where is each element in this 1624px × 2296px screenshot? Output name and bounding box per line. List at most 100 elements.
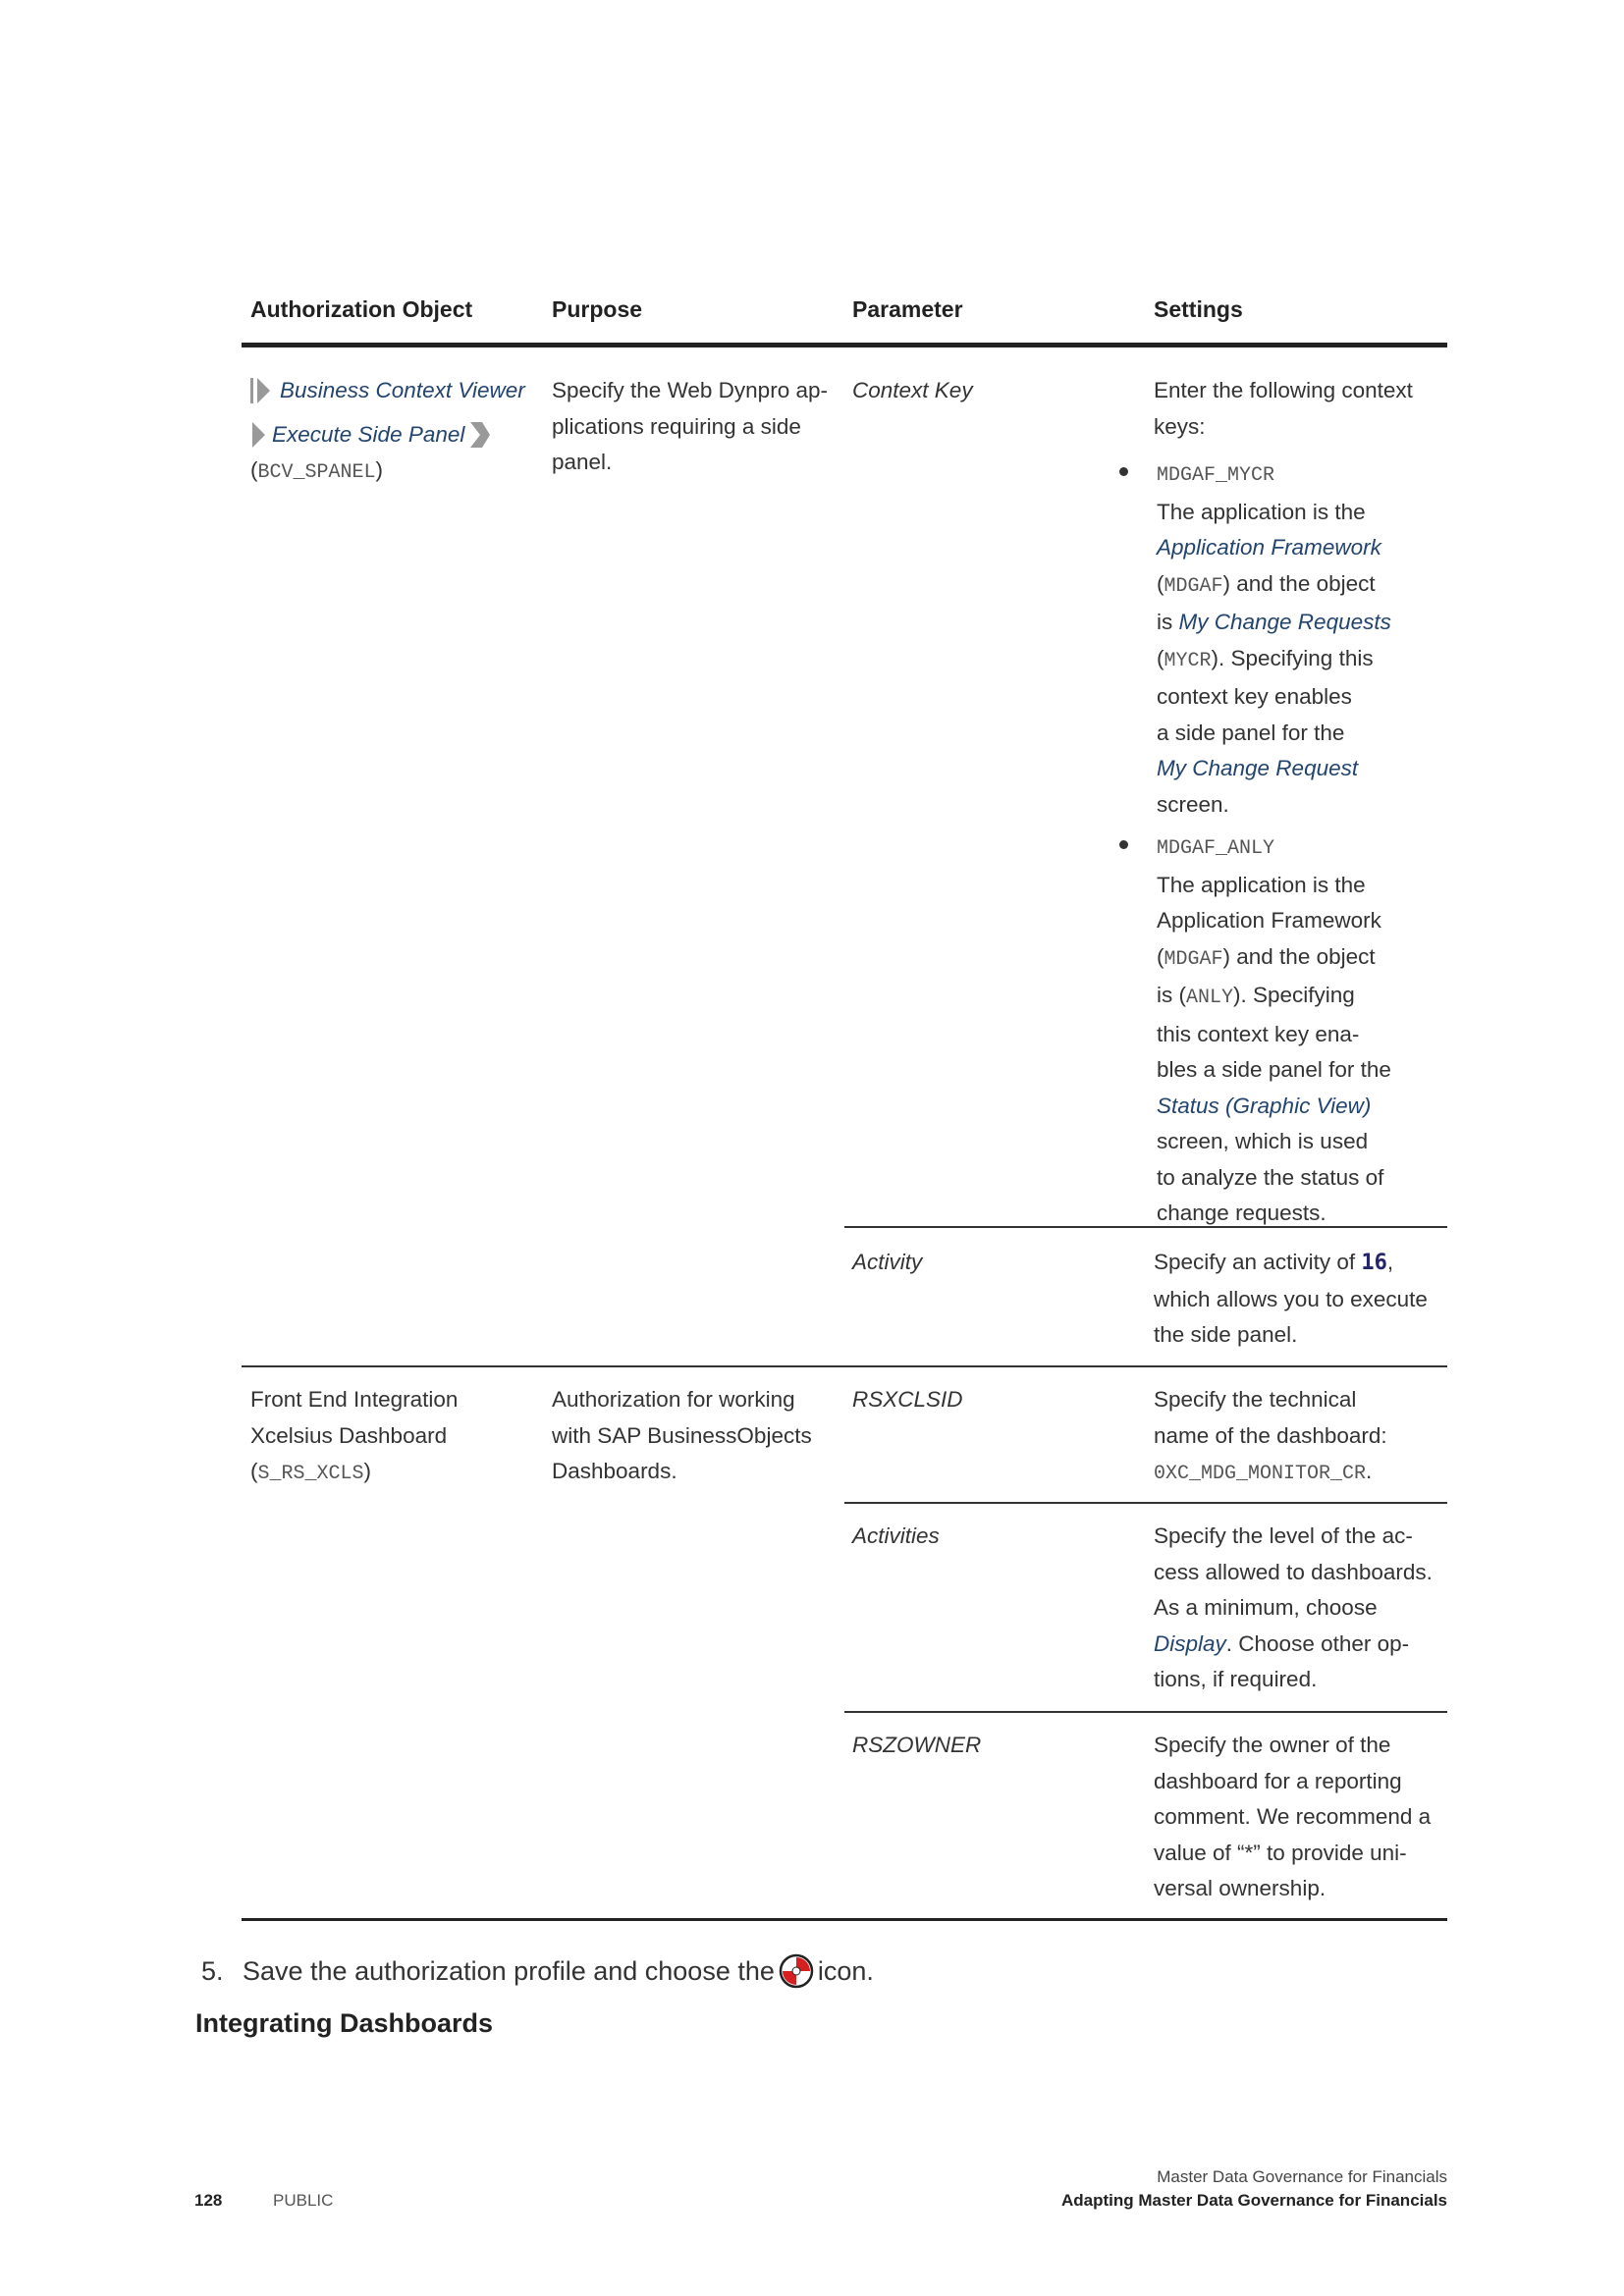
page-number: 128 <box>194 2191 223 2210</box>
settings-rsxclsid: Specify the technical name of the dashbo… <box>1154 1382 1448 1493</box>
bullet-text: The application is the <box>1157 872 1366 897</box>
settings-activities: Specify the level of the ac- cess allowe… <box>1154 1519 1448 1698</box>
settings-line: versal ownership. <box>1154 1876 1326 1900</box>
settings-line: cess allowed to dashboards. <box>1154 1559 1433 1584</box>
step-text: Save the authorization profile and choos… <box>243 1955 775 1986</box>
settings-line: keys: <box>1154 413 1206 439</box>
settings-line: comment. We recommend a <box>1154 1804 1432 1829</box>
settings-line: tions, if required. <box>1154 1667 1318 1691</box>
bullet-text: is <box>1157 610 1179 634</box>
execute-side-panel-link[interactable]: Execute Side Panel <box>272 417 464 454</box>
bullet-text: ) and the object <box>1222 570 1376 596</box>
menu-path-end-icon <box>470 421 491 448</box>
purpose-line: Dashboards. <box>552 1459 677 1483</box>
code: MYCR <box>1164 649 1212 672</box>
code: ANLY <box>1186 987 1234 1009</box>
menu-path-start-icon <box>250 378 270 404</box>
row-divider <box>844 1711 1447 1713</box>
auth-object-bcv: Business Context Viewer Execute Side Pan… <box>250 373 535 492</box>
table-bottom-rule <box>242 1918 1447 1921</box>
settings-line: which allows you to execute <box>1154 1286 1428 1311</box>
my-change-requests-link[interactable]: My Change Requests <box>1179 610 1391 634</box>
param-rszowner[interactable]: RSZOWNER <box>852 1728 981 1764</box>
bullet-text: Application Framework <box>1157 908 1381 933</box>
settings-line: value of “*” to provide uni- <box>1154 1840 1407 1865</box>
bullet-text: The application is the <box>1157 499 1366 524</box>
bullet-dot <box>1119 467 1128 476</box>
activity-value: 16 <box>1361 1251 1387 1275</box>
auth-object-line: Front End Integration <box>250 1387 459 1412</box>
chapter-title: Adapting Master Data Governance for Fina… <box>1061 2191 1447 2210</box>
bullet-text: ). Specifying <box>1233 983 1355 1007</box>
settings-text: . Choose other op- <box>1225 1630 1410 1656</box>
settings-line: As a minimum, choose <box>1154 1595 1378 1620</box>
save-profile-icon <box>779 1953 814 1989</box>
auth-object-line: Xcelsius Dashboard <box>250 1422 448 1448</box>
classification: PUBLIC <box>273 2191 334 2210</box>
auth-object-code: BCV_SPANEL <box>257 461 376 484</box>
step-text: icon. <box>817 1955 874 1986</box>
row-divider <box>242 1365 1447 1367</box>
bullet-text: to analyze the status of <box>1157 1164 1384 1190</box>
bullet-text: ). Specifying this <box>1211 645 1374 670</box>
settings-line: the side panel. <box>1154 1322 1298 1347</box>
context-key-code: MDGAF_ANLY <box>1157 837 1275 860</box>
step-5: 5. Save the authorization profile and ch… <box>201 1953 874 1989</box>
settings-context-key-intro: Enter the following context keys: <box>1154 373 1448 445</box>
settings-line: Enter the following context <box>1154 378 1413 402</box>
settings-line: dashboard for a reporting <box>1154 1768 1402 1793</box>
row-divider <box>844 1502 1447 1504</box>
my-change-request-link[interactable]: My Change Request <box>1157 756 1358 780</box>
step-number: 5. <box>201 1955 224 1986</box>
param-context-key[interactable]: Context Key <box>852 373 973 409</box>
column-header-authorization-object: Authorization Object <box>250 296 473 322</box>
param-rsxclsid[interactable]: RSXCLSID <box>852 1382 963 1418</box>
auth-object-xcelsius: Front End Integration Xcelsius Dashboard… <box>250 1382 535 1493</box>
settings-line: name of the dashboard: <box>1154 1422 1387 1448</box>
section-heading: Integrating Dashboards <box>195 2008 494 2038</box>
context-key-code: MDGAF_MYCR <box>1157 464 1275 487</box>
display-link[interactable]: Display <box>1154 1631 1226 1656</box>
context-key-bullet-list: MDGAF_MYCR The application is the Applic… <box>1119 455 1451 1232</box>
purpose-xcelsius: Authorization for working with SAP Busin… <box>552 1382 837 1490</box>
column-header-purpose: Purpose <box>552 296 643 322</box>
settings-line: Specify the technical <box>1154 1387 1357 1412</box>
bullet-text: this context key ena- <box>1157 1021 1360 1046</box>
bullet-text: screen, which is used <box>1157 1129 1369 1153</box>
bullet-dot <box>1119 840 1128 849</box>
bullet-text: screen. <box>1157 791 1229 817</box>
settings-rszowner: Specify the owner of the dashboard for a… <box>1154 1728 1448 1907</box>
doc-title: Master Data Governance for Financials <box>1157 2167 1447 2186</box>
code: MDGAF <box>1164 947 1223 971</box>
bullet-text: ) and the object <box>1222 943 1376 969</box>
bullet-text: context key enables <box>1157 684 1352 709</box>
bullet-text: is ( <box>1157 983 1186 1007</box>
bullet-text: bles a side panel for the <box>1157 1057 1391 1082</box>
purpose-line: Specify the Web Dynpro ap- <box>552 378 828 402</box>
purpose-line: plications requiring a side <box>552 413 801 439</box>
purpose-line: with SAP BusinessObjects <box>552 1422 812 1448</box>
business-context-viewer-link[interactable]: Business Context Viewer <box>280 373 525 409</box>
application-framework-link[interactable]: Application Framework <box>1157 535 1381 560</box>
list-item: MDGAF_MYCR The application is the Applic… <box>1119 455 1451 823</box>
settings-line: Specify the owner of the <box>1154 1733 1391 1757</box>
purpose-line: panel. <box>552 450 613 474</box>
settings-text: Specify an activity of <box>1154 1250 1362 1274</box>
list-item: MDGAF_ANLY The application is the Applic… <box>1119 828 1451 1232</box>
column-header-settings: Settings <box>1154 296 1243 322</box>
bullet-text: a side panel for the <box>1157 720 1345 745</box>
status-graphic-view-link[interactable]: Status (Graphic View) <box>1157 1094 1371 1118</box>
purpose-bcv: Specify the Web Dynpro ap- plications re… <box>552 373 837 481</box>
settings-line: Specify the level of the ac- <box>1154 1523 1413 1548</box>
header-rule <box>242 343 1447 347</box>
dashboard-name-code: 0XC_MDG_MONITOR_CR <box>1154 1463 1367 1485</box>
settings-activity: Specify an activity of 16, which allows … <box>1154 1245 1448 1354</box>
code: MDGAF <box>1164 574 1223 598</box>
menu-path-arrow-icon <box>252 421 265 448</box>
row-divider <box>844 1226 1447 1228</box>
param-activities[interactable]: Activities <box>852 1519 940 1555</box>
column-header-parameter: Parameter <box>852 296 963 322</box>
purpose-line: Authorization for working <box>552 1387 795 1412</box>
auth-object-code: S_RS_XCLS <box>257 1463 364 1485</box>
param-activity[interactable]: Activity <box>852 1245 922 1281</box>
